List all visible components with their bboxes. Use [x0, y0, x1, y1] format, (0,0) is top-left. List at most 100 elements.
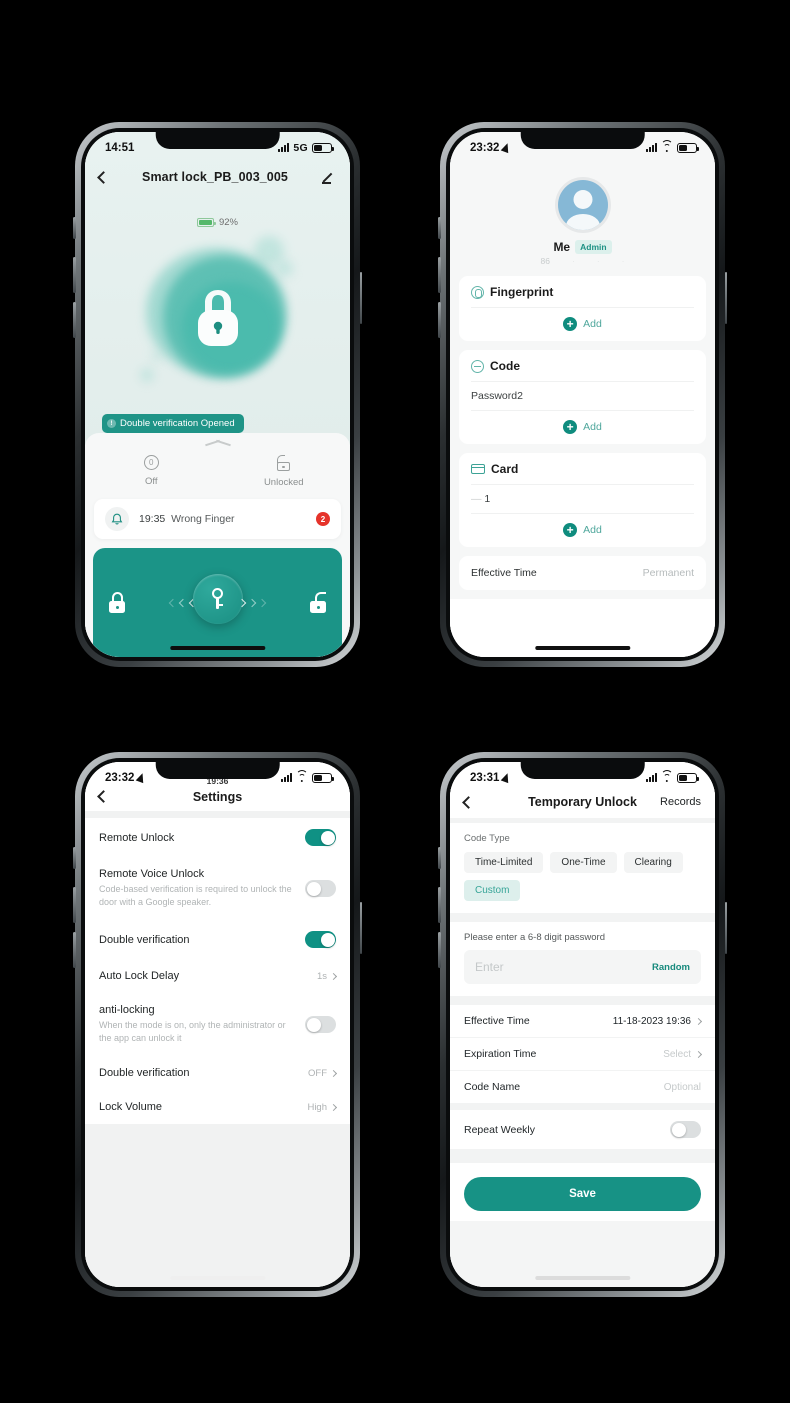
setting-row-remote-voice-unlock[interactable]: Remote Voice Unlock Code-based verificat… [99, 857, 336, 920]
status-alarm[interactable]: 0 Off [85, 455, 218, 488]
field-row-expiration-time[interactable]: Expiration Time Select [450, 1038, 715, 1071]
status-left: 23:31 [470, 772, 512, 784]
mute-switch[interactable] [438, 217, 441, 239]
status-lock-label: Unlocked [263, 477, 304, 488]
volume-down-button[interactable] [73, 302, 76, 338]
status-right [646, 770, 699, 783]
toggle-remote-voice-unlock[interactable] [305, 880, 336, 898]
double-verification-banner: ! Double verification Opened [102, 414, 244, 433]
chip-time-limited[interactable]: Time-Limited [464, 852, 544, 873]
volume-up-button[interactable] [438, 257, 441, 293]
toggle-remote-unlock[interactable] [305, 829, 336, 846]
setting-row-auto-lock-delay[interactable]: Auto Lock Delay 1s [99, 959, 338, 993]
padlock-open-icon[interactable] [308, 591, 328, 614]
padlock-closed-icon[interactable] [107, 591, 127, 614]
status-lock[interactable]: Unlocked [218, 455, 351, 488]
list-item[interactable]: Password2 [471, 382, 694, 411]
padlock-closed-icon [197, 290, 238, 346]
volume-down-button[interactable] [438, 932, 441, 968]
field-row-effective-time[interactable]: Effective Time 11-18-2023 19:36 [450, 1005, 715, 1038]
setting-value: High [307, 1101, 327, 1113]
mute-switch[interactable] [438, 847, 441, 869]
volume-up-button[interactable] [73, 887, 76, 923]
alarm-off-icon: 0 [143, 455, 159, 470]
power-button[interactable] [724, 902, 727, 954]
settings-list: Remote Unlock Remote Voice Unlock Code-b… [85, 818, 350, 1125]
pencil-icon[interactable] [321, 170, 336, 184]
card-title: Card [491, 462, 519, 476]
mute-switch[interactable] [73, 847, 76, 869]
fingerprint-add-button[interactable]: + Add [471, 308, 694, 331]
field-row-code-name[interactable]: Code Name Optional [450, 1071, 715, 1104]
lock-slider-bar[interactable] [93, 548, 342, 657]
setting-description: Code-based verification is required to u… [99, 884, 292, 908]
chip-custom[interactable]: Custom [464, 880, 521, 901]
sheet-grabber[interactable] [205, 438, 231, 446]
volume-up-button[interactable] [438, 887, 441, 923]
signal-bars-icon [646, 143, 657, 152]
setting-row-anti-locking[interactable]: anti-locking When the mode is on, only t… [99, 993, 336, 1056]
user-avatar-icon [557, 180, 608, 230]
lock-graphic[interactable] [85, 230, 350, 415]
effective-time-row[interactable]: Effective Time Permanent [459, 556, 706, 590]
list-item[interactable]: — 1 [471, 485, 694, 514]
field-row-repeat-weekly[interactable]: Repeat Weekly [450, 1110, 715, 1149]
home-indicator[interactable] [534, 646, 631, 650]
chevron-right-icon [694, 1050, 703, 1058]
field-label: Effective Time [464, 1015, 530, 1027]
phone-device-settings: 23:32 19:36 Settings Remote Unlock Remot… [73, 752, 362, 1297]
home-indicator[interactable] [534, 1276, 631, 1280]
setting-row-lock-volume[interactable]: Lock Volume High [99, 1090, 338, 1124]
home-indicator[interactable] [169, 1276, 266, 1280]
home-indicator[interactable] [169, 646, 266, 650]
lock-bottom-sheet: 0 Off Unlocked 19:35 Wrong Finger 2 [85, 433, 350, 657]
mute-switch[interactable] [73, 217, 76, 239]
setting-row-double-verification[interactable]: Double verification [99, 920, 336, 959]
records-button[interactable]: Records [660, 796, 701, 808]
alert-row[interactable]: 19:35 Wrong Finger 2 [94, 499, 341, 539]
toggle-anti-locking[interactable] [305, 1016, 336, 1034]
field-value-group: Select [663, 1049, 703, 1060]
volume-down-button[interactable] [438, 302, 441, 338]
status-right: 5G [278, 142, 334, 154]
card-add-button[interactable]: + Add [471, 514, 694, 537]
signal-bars-icon [278, 143, 290, 152]
random-button[interactable]: Random [652, 962, 690, 973]
toggle-repeat-weekly[interactable] [670, 1121, 701, 1138]
toggle-double-verification[interactable] [305, 931, 336, 949]
save-section: Save [450, 1163, 715, 1221]
card-card: Card — 1 + Add [459, 453, 706, 547]
power-button[interactable] [359, 272, 362, 324]
poster-canvas: 14:51 5G Smart lock_PB_003_005 92% ! Dou… [0, 0, 790, 1403]
lock-home-screen: 14:51 5G Smart lock_PB_003_005 92% ! Dou… [85, 132, 350, 657]
avatar[interactable] [554, 177, 611, 233]
volume-down-button[interactable] [73, 932, 76, 968]
code-add-button[interactable]: + Add [471, 411, 694, 434]
status-time: 23:32 [470, 141, 500, 154]
save-button[interactable]: Save [464, 1177, 701, 1211]
wifi-icon [296, 770, 308, 782]
page-title: Smart lock_PB_003_005 [142, 170, 288, 184]
field-value: 11-18-2023 19:36 [612, 1015, 691, 1027]
info-circle-icon: ! [107, 419, 116, 428]
setting-description: When the mode is on, only the administra… [99, 1020, 286, 1044]
field-value-group: Optional [664, 1082, 701, 1093]
decor-blob [151, 352, 161, 361]
chip-one-time[interactable]: One-Time [550, 852, 617, 873]
setting-row-remote-unlock[interactable]: Remote Unlock [99, 818, 336, 857]
fingerprint-title: Fingerprint [490, 285, 554, 299]
key-icon[interactable] [192, 573, 243, 624]
volume-up-button[interactable] [73, 257, 76, 293]
power-button[interactable] [724, 272, 727, 324]
password-input[interactable]: Enter [475, 960, 504, 974]
chip-clearing[interactable]: Clearing [623, 852, 683, 873]
signal-bars-icon [281, 773, 292, 782]
chevron-left-icon[interactable] [97, 170, 110, 184]
member-name-row: Me Admin [450, 240, 715, 254]
password-input-box[interactable]: Enter Random [464, 950, 701, 984]
setting-row-double-verification-2[interactable]: Double verification OFF [99, 1056, 338, 1090]
code-icon [471, 359, 484, 373]
power-button[interactable] [359, 902, 362, 954]
code-type-chip-group: Time-Limited One-Time Clearing Custom [464, 852, 701, 901]
fingerprint-card: Fingerprint + Add [459, 276, 706, 341]
